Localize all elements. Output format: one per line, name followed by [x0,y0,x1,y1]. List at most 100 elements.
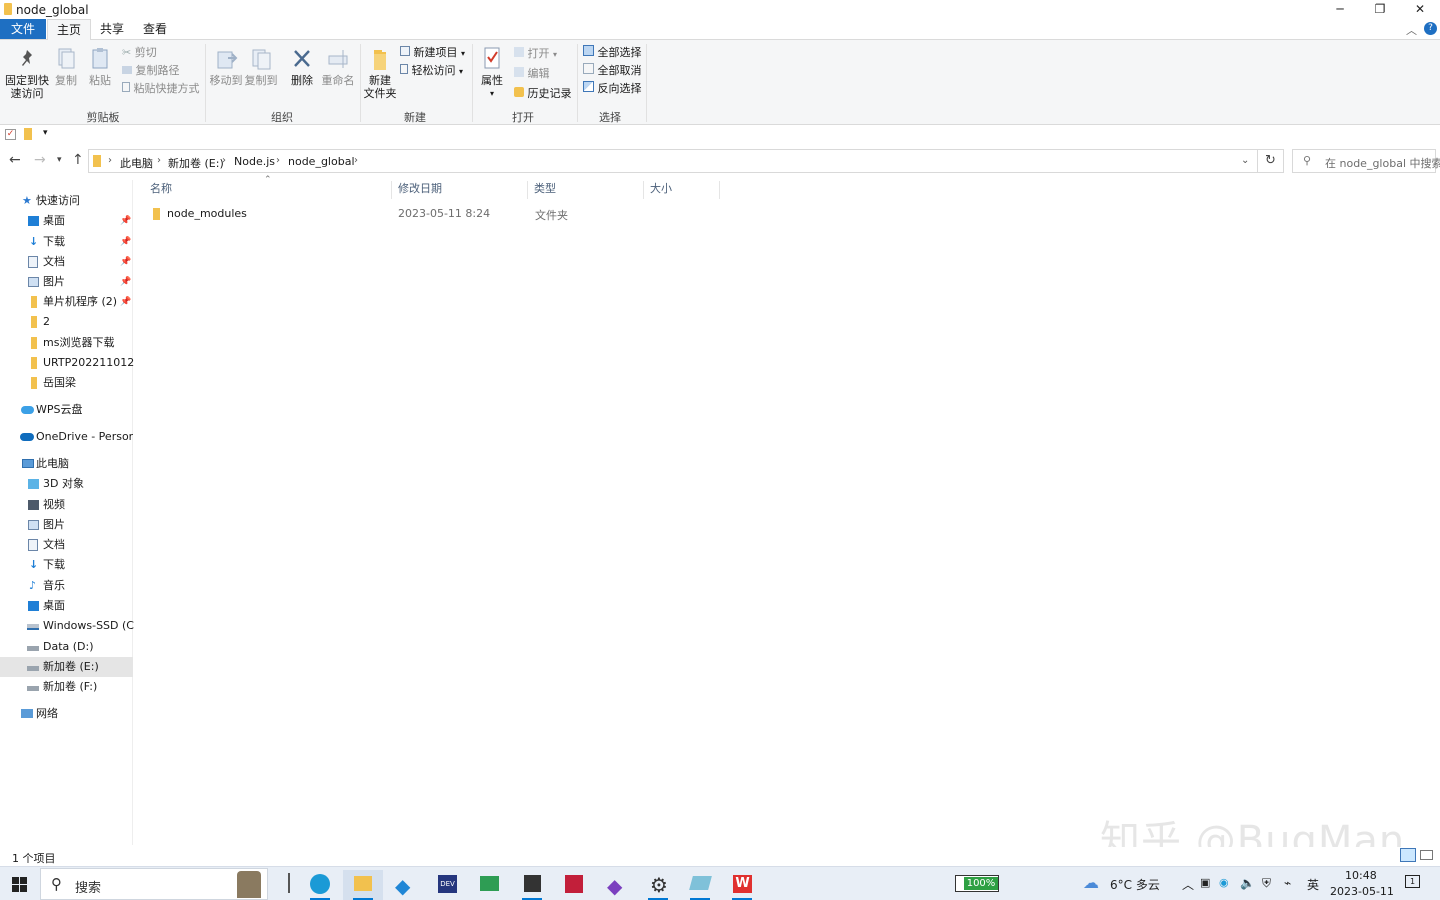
open-button[interactable]: 打开 ▾ [514,46,557,62]
security-shield-icon[interactable]: ⛨ [1262,876,1271,891]
file-name[interactable]: node_modules [167,207,247,220]
column-header-modified[interactable]: 修改日期 [392,181,528,199]
address-dropdown-icon[interactable]: ⌄ [1241,155,1249,166]
taskbar-app-edge[interactable] [300,870,340,900]
back-arrow-icon[interactable]: ← [9,152,21,168]
nav-item-downloads[interactable]: ↓ 下载 📌 [0,232,133,252]
breadcrumb-separator[interactable]: › [222,155,226,166]
start-button[interactable] [0,870,40,900]
refresh-button[interactable]: ↻ [1258,149,1284,173]
taskbar-app-notepad[interactable] [680,870,720,900]
breadcrumb-separator[interactable]: › [276,155,280,166]
taskbar-search-box[interactable]: ⚲ 搜索 [40,868,268,900]
nav-item-pictures[interactable]: 图片 📌 [0,272,133,292]
properties-check-icon[interactable]: ✓ [5,129,16,140]
taskbar-app-green[interactable] [469,870,509,900]
breadcrumb-separator[interactable]: › [108,155,112,166]
clock-date[interactable]: 2023-05-11 [1330,885,1394,898]
delete-button[interactable]: 删除 [287,44,317,87]
battery-indicator[interactable]: 100% [955,875,999,892]
nav-item-pictures[interactable]: 图片 [0,515,133,535]
paste-shortcut-button[interactable]: 粘贴快捷方式 [122,81,200,97]
nav-quick-access[interactable]: ★ 快速访问 [0,191,133,211]
new-folder-mini-icon[interactable] [24,128,32,140]
restore-button[interactable]: ❐ [1360,0,1400,20]
taskbar-app-vscode[interactable]: ◆ [385,870,425,900]
copy-button[interactable]: 复制 [52,44,80,87]
easy-access-button[interactable]: 轻松访问 ▾ [400,63,463,79]
breadcrumb-separator[interactable]: › [354,155,358,166]
tab-file[interactable]: 文件 [0,19,46,39]
invert-selection-button[interactable]: 反向选择 [583,81,642,97]
notification-icon[interactable]: 1 [1405,875,1420,888]
show-hidden-icons-chevron-icon[interactable]: ︿ [1182,876,1194,893]
nav-item-desktop[interactable]: 桌面 [0,596,133,616]
taskbar-app-devcpp[interactable]: DEV [427,870,467,900]
nav-item-drive-e[interactable]: 新加卷 (E:) [0,657,133,677]
up-arrow-icon[interactable]: ↑ [72,152,84,168]
breadcrumb-separator[interactable]: › [157,155,161,166]
nav-item-folder[interactable]: 岳国梁 [0,373,133,393]
tab-home[interactable]: 主页 [47,19,91,40]
clock-time[interactable]: 10:48 [1345,869,1377,882]
taskbar-app-visual-studio[interactable]: ◆ [596,870,636,900]
tab-view[interactable]: 查看 [135,19,175,39]
cut-button[interactable]: ✂ 剪切 [122,45,157,61]
new-folder-button[interactable]: 新建 文件夹 [363,44,397,100]
nav-network[interactable]: 网络 [0,704,133,724]
tab-share[interactable]: 共享 [92,19,132,39]
select-all-button[interactable]: 全部选择 [583,45,642,61]
column-header-name[interactable]: 名称 [144,181,392,199]
close-button[interactable]: ✕ [1400,0,1440,20]
taskbar-app-terminal[interactable] [512,870,552,900]
nav-onedrive[interactable]: OneDrive - Personal [0,427,133,447]
tray-app-icon[interactable]: ◉ [1219,876,1229,889]
column-header-size[interactable]: 大小 [644,181,720,199]
breadcrumb-node-global[interactable]: node_global [288,155,355,168]
navigation-pane[interactable]: ★ 快速访问 桌面 📌 ↓ 下载 📌 文档 📌 图片 📌 单片机程序 (2) 📌… [0,180,142,845]
input-method-indicator[interactable]: 英 [1307,876,1319,893]
nav-item-folder[interactable]: URTP2022110126 [0,353,141,373]
file-list[interactable]: ⌃ 名称 修改日期 类型 大小 node_modules 2023-05-11 … [134,175,1440,845]
nav-wps-cloud[interactable]: WPS云盘 [0,400,133,420]
address-bar[interactable]: › 此电脑 › 新加卷 (E:) › Node.js › node_global… [88,149,1258,173]
collapse-ribbon-icon[interactable]: ︿ [1406,22,1417,38]
new-item-button[interactable]: 新建项目 ▾ [400,45,465,61]
volume-icon[interactable]: 🔈 [1240,876,1255,890]
customize-qat-icon[interactable]: ▾ [43,128,48,138]
taskbar-app-settings[interactable]: ⚙ [638,870,678,900]
nav-item-downloads[interactable]: ↓ 下载 [0,555,133,575]
table-row[interactable]: node_modules 2023-05-11 8:24 文件夹 [148,204,718,224]
copy-path-button[interactable]: 复制路径 [122,63,180,79]
minimize-button[interactable]: ─ [1320,0,1360,20]
history-button[interactable]: 历史记录 [514,86,572,102]
nav-item-drive-d[interactable]: Data (D:) [0,637,133,657]
nav-item-desktop[interactable]: 桌面 📌 [0,211,133,231]
forward-arrow-icon[interactable]: → [34,152,46,168]
nav-item-folder[interactable]: 单片机程序 (2) 📌 [0,292,133,312]
taskbar-app-jetbrains[interactable] [554,870,594,900]
nav-item-drive-f[interactable]: 新加卷 (F:) [0,677,133,697]
nav-item-folder[interactable]: ms浏览器下载 [0,333,133,353]
paste-button[interactable]: 粘贴 [86,44,114,87]
weather-text[interactable]: 6°C 多云 [1110,876,1160,893]
pin-quick-access-button[interactable]: 固定到快 速访问 [4,44,50,100]
nav-item-music[interactable]: ♪ 音乐 [0,576,133,596]
nav-item-folder[interactable]: 2 [0,312,133,332]
nav-item-videos[interactable]: 视频 [0,495,133,515]
select-none-button[interactable]: 全部取消 [583,63,642,79]
nav-item-documents[interactable]: 文档 📌 [0,252,133,272]
tray-app-icon[interactable]: ▣ [1200,876,1210,889]
search-box[interactable]: ⚲ 在 node_global 中搜索 [1292,149,1440,173]
search-placeholder[interactable]: 在 node_global 中搜索 [1325,155,1440,171]
copy-to-button[interactable]: 复制到 [244,44,278,87]
move-to-button[interactable]: 移动到 [209,44,243,87]
taskbar-app-explorer[interactable] [343,870,383,900]
task-view-icon[interactable] [288,873,290,893]
help-icon[interactable]: ? [1424,22,1437,35]
details-view-icon[interactable] [1400,848,1416,862]
nav-this-pc[interactable]: 此电脑 [0,454,133,474]
taskbar-app-wps[interactable]: W [722,870,762,900]
rename-button[interactable]: 重命名 [320,44,356,87]
nav-item-3d-objects[interactable]: 3D 对象 [0,474,133,494]
